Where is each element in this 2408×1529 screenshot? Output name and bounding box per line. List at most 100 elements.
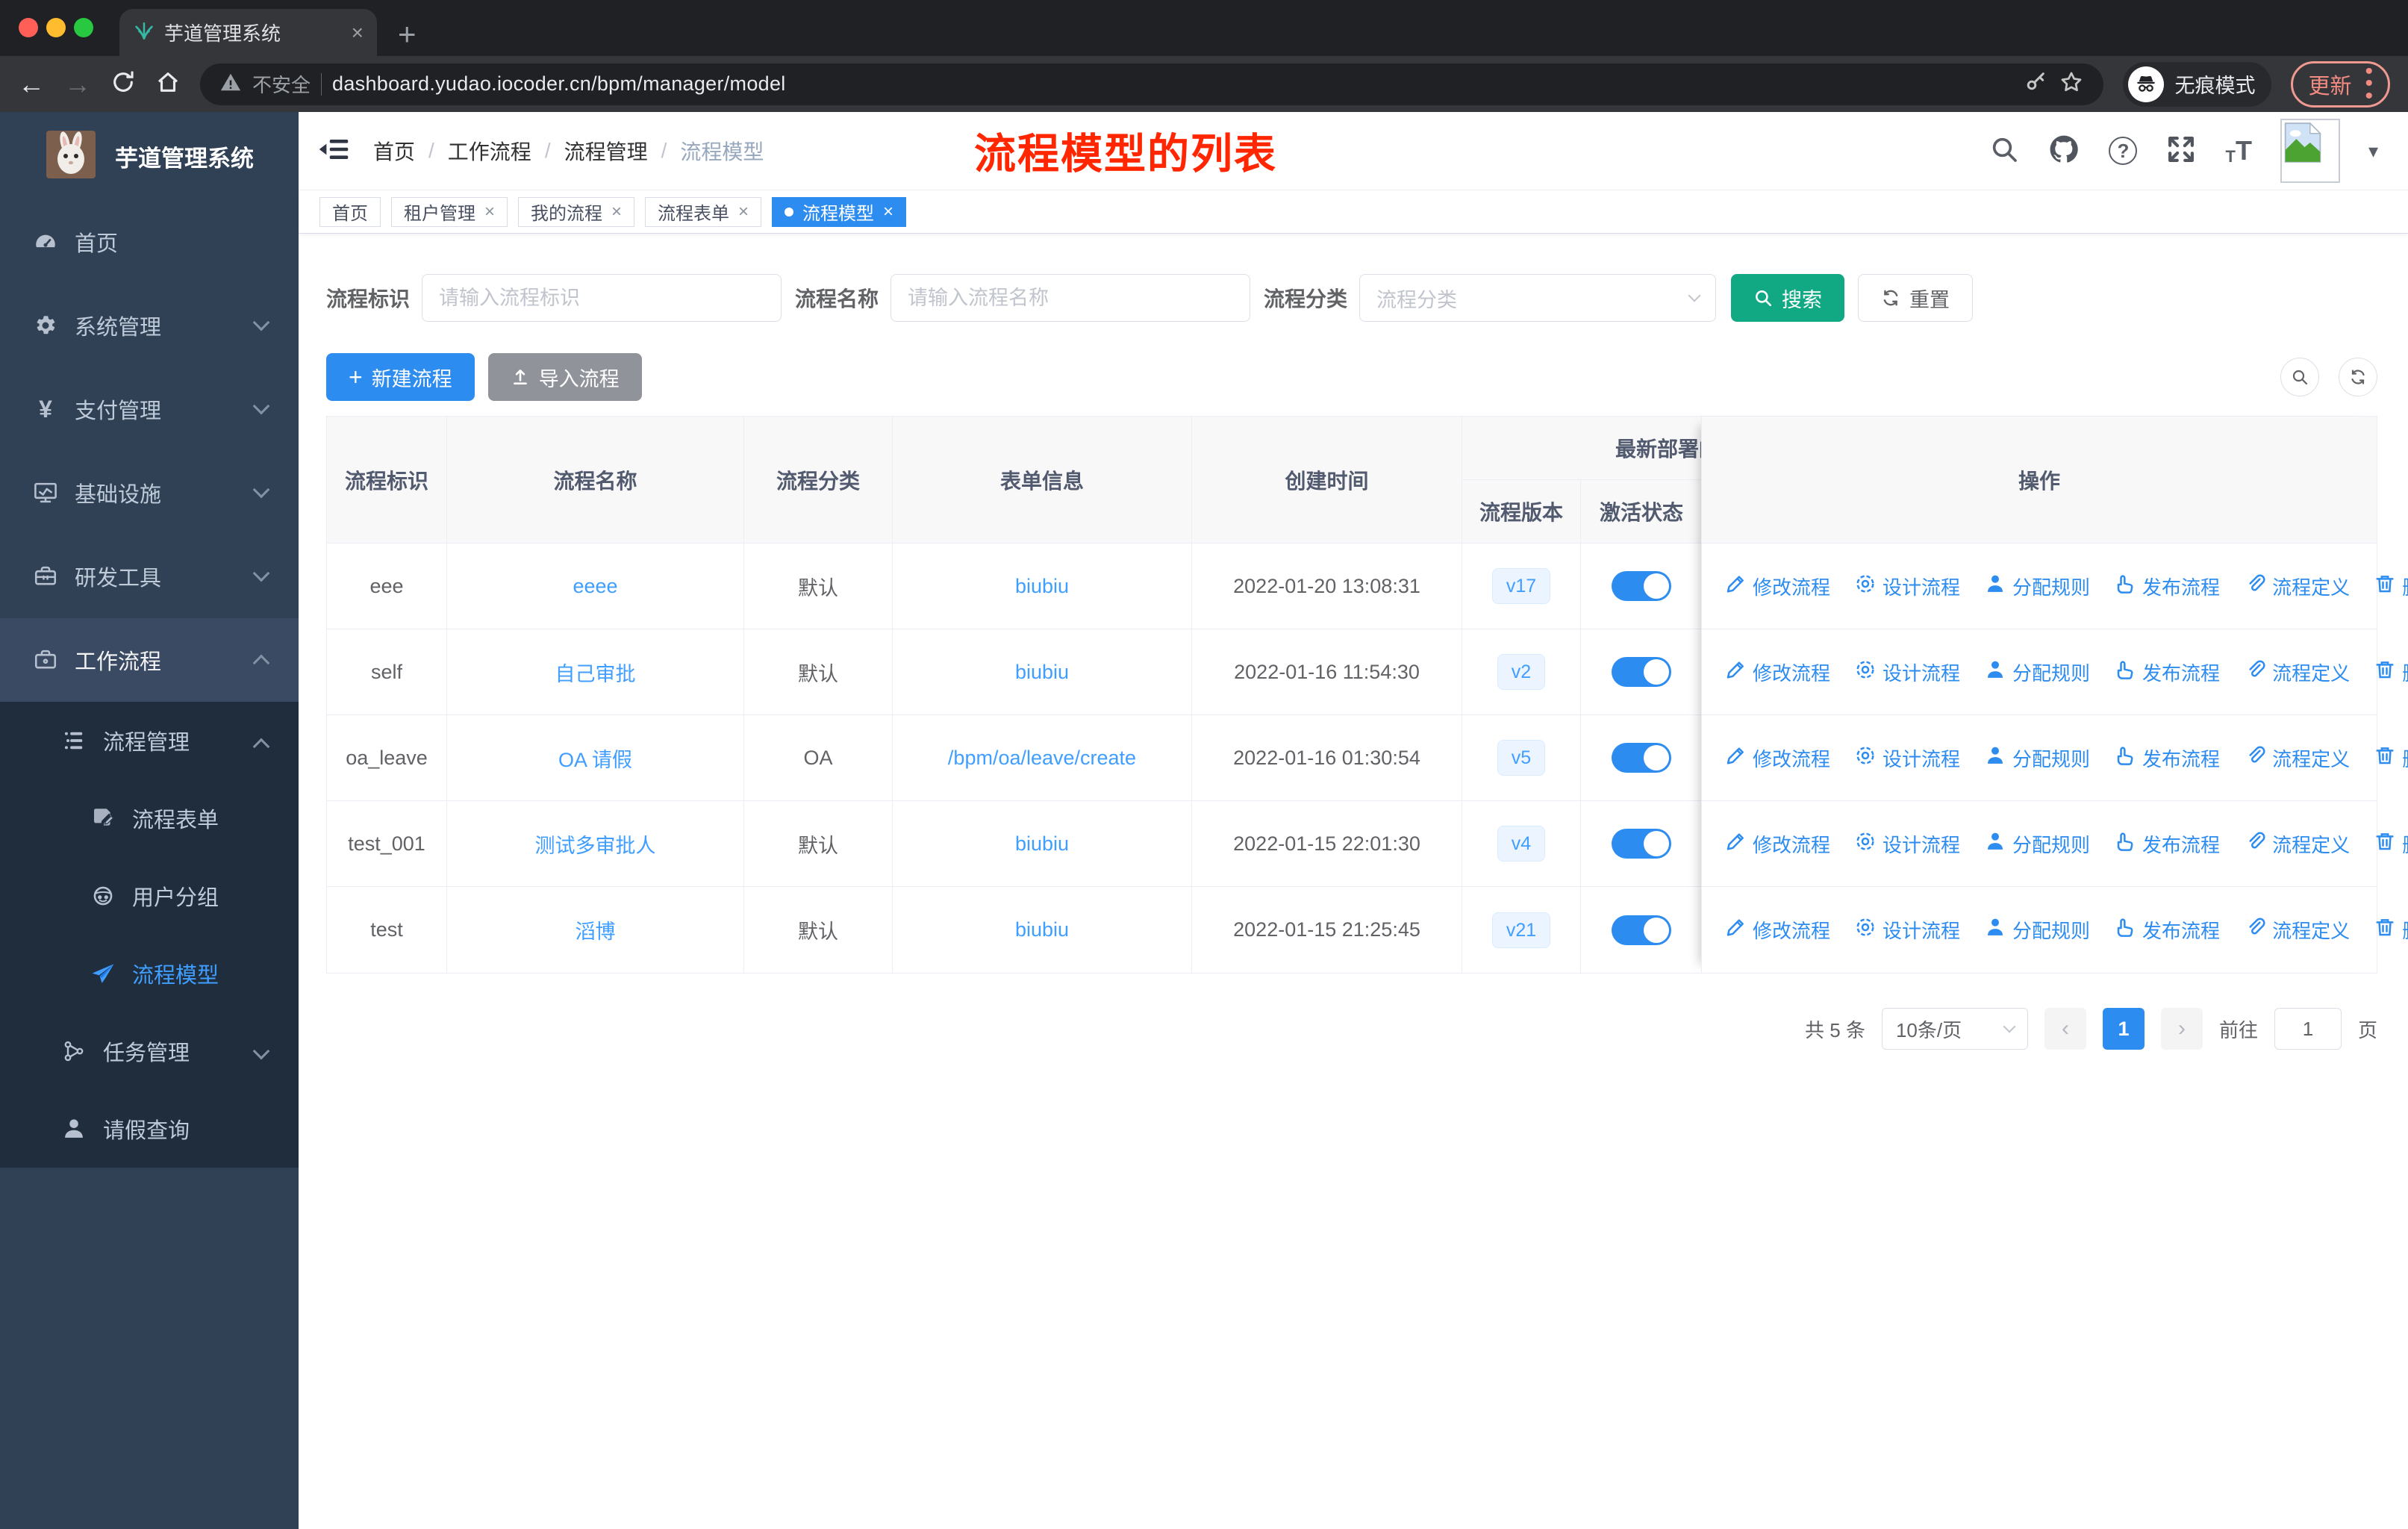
process-name-link[interactable]: 滔博 (576, 915, 616, 944)
action-分配规则[interactable]: 分配规则 (1984, 916, 2090, 944)
create-process-button[interactable]: + 新建流程 (326, 353, 475, 401)
action-修改流程[interactable]: 修改流程 (1724, 744, 1830, 772)
process-name-input[interactable] (890, 274, 1251, 322)
close-icon[interactable]: × (611, 202, 622, 221)
sidebar-item-用户分组[interactable]: 用户分组 (0, 857, 299, 935)
breadcrumb-item[interactable]: 工作流程 (448, 136, 531, 166)
sidebar-item-基础设施[interactable]: 基础设施 (0, 451, 299, 535)
reset-button[interactable]: 重置 (1858, 274, 1974, 322)
sidebar-item-请假查询[interactable]: 请假查询 (0, 1090, 299, 1168)
active-toggle[interactable] (1612, 829, 1671, 859)
show-search-button[interactable] (2280, 358, 2319, 396)
close-window-button[interactable] (19, 18, 38, 37)
breadcrumb-item[interactable]: 流程管理 (564, 136, 648, 166)
form-info-link[interactable]: biubiu (1015, 918, 1069, 941)
next-page-button[interactable]: › (2160, 1008, 2203, 1050)
search-icon[interactable] (1989, 134, 2019, 168)
action-设计流程[interactable]: 设计流程 (1854, 573, 1960, 600)
breadcrumb-item[interactable]: 首页 (373, 136, 415, 166)
current-page-button[interactable]: 1 (2102, 1008, 2145, 1050)
action-发布流程[interactable]: 发布流程 (2114, 744, 2220, 772)
sidebar-item-流程管理[interactable]: 流程管理 (0, 702, 299, 779)
zoom-window-button[interactable] (74, 18, 93, 37)
avatar-caret-icon[interactable]: ▾ (2368, 140, 2378, 163)
security-label[interactable]: 不安全 (252, 70, 311, 98)
action-流程定义[interactable]: 流程定义 (2244, 658, 2350, 686)
tag-流程表单[interactable]: 流程表单 × (645, 196, 762, 227)
action-删除[interactable]: 删除 (2374, 658, 2408, 686)
tag-租户管理[interactable]: 租户管理 × (391, 196, 508, 227)
home-icon[interactable] (155, 69, 181, 99)
tag-首页[interactable]: 首页 (319, 196, 381, 227)
action-删除[interactable]: 删除 (2374, 744, 2408, 772)
bookmark-star-icon[interactable] (2059, 69, 2084, 99)
key-icon[interactable] (2024, 70, 2048, 98)
url-text[interactable]: dashboard.yudao.iocoder.cn/bpm/manager/m… (332, 72, 2014, 96)
minimize-window-button[interactable] (46, 18, 66, 37)
action-分配规则[interactable]: 分配规则 (1984, 658, 2090, 686)
close-icon[interactable]: × (883, 202, 893, 221)
action-修改流程[interactable]: 修改流程 (1724, 830, 1830, 858)
address-bar[interactable]: 不安全 dashboard.yudao.iocoder.cn/bpm/manag… (200, 63, 2104, 105)
sidebar-item-工作流程[interactable]: 工作流程 (0, 618, 299, 702)
action-删除[interactable]: 删除 (2374, 830, 2408, 858)
active-toggle[interactable] (1612, 657, 1671, 687)
process-name-link[interactable]: OA 请假 (558, 744, 632, 773)
sidebar-item-研发工具[interactable]: 研发工具 (0, 535, 299, 618)
process-name-link[interactable]: 自己审批 (555, 658, 636, 687)
goto-page-input[interactable] (2274, 1008, 2342, 1050)
fullscreen-icon[interactable] (2165, 134, 2197, 169)
process-name-link[interactable]: eeee (573, 575, 617, 598)
process-key-input[interactable] (422, 274, 782, 322)
sidebar-item-首页[interactable]: 首页 (0, 200, 299, 284)
tag-我的流程[interactable]: 我的流程 × (518, 196, 635, 227)
window-controls[interactable] (19, 18, 93, 37)
page-size-select[interactable]: 10条/页 (1881, 1008, 2028, 1050)
back-icon[interactable]: ← (18, 70, 45, 98)
action-发布流程[interactable]: 发布流程 (2114, 573, 2220, 600)
tab-close-icon[interactable]: × (352, 22, 364, 43)
avatar[interactable] (2280, 119, 2340, 183)
browser-update-button[interactable]: 更新 • • • (2291, 60, 2390, 108)
action-流程定义[interactable]: 流程定义 (2244, 744, 2350, 772)
prev-page-button[interactable]: ‹ (2044, 1008, 2086, 1050)
search-button[interactable]: 搜索 (1731, 274, 1845, 322)
action-设计流程[interactable]: 设计流程 (1854, 658, 1960, 686)
collapse-sidebar-icon[interactable] (318, 134, 349, 169)
action-修改流程[interactable]: 修改流程 (1724, 916, 1830, 944)
active-toggle[interactable] (1612, 743, 1671, 773)
sidebar-item-任务管理[interactable]: 任务管理 (0, 1012, 299, 1090)
action-修改流程[interactable]: 修改流程 (1724, 573, 1830, 600)
action-流程定义[interactable]: 流程定义 (2244, 916, 2350, 944)
sidebar-item-流程表单[interactable]: 流程表单 (0, 779, 299, 857)
new-tab-button[interactable]: + (398, 19, 417, 50)
action-发布流程[interactable]: 发布流程 (2114, 830, 2220, 858)
refresh-button[interactable] (2339, 358, 2377, 396)
form-info-link[interactable]: /bpm/oa/leave/create (948, 747, 1136, 770)
close-icon[interactable]: × (738, 202, 749, 221)
action-分配规则[interactable]: 分配规则 (1984, 744, 2090, 772)
form-info-link[interactable]: biubiu (1015, 832, 1069, 856)
process-name-link[interactable]: 测试多审批人 (535, 829, 656, 859)
browser-menu-icon[interactable]: • • • (2365, 60, 2373, 107)
action-分配规则[interactable]: 分配规则 (1984, 573, 2090, 600)
action-发布流程[interactable]: 发布流程 (2114, 916, 2220, 944)
font-size-icon[interactable]: TT (2225, 135, 2251, 166)
tag-流程模型[interactable]: 流程模型 × (772, 196, 907, 227)
action-流程定义[interactable]: 流程定义 (2244, 830, 2350, 858)
active-toggle[interactable] (1612, 571, 1671, 601)
action-发布流程[interactable]: 发布流程 (2114, 658, 2220, 686)
sidebar-item-流程模型[interactable]: 流程模型 (0, 935, 299, 1012)
form-info-link[interactable]: biubiu (1015, 661, 1069, 684)
action-设计流程[interactable]: 设计流程 (1854, 916, 1960, 944)
close-icon[interactable]: × (484, 202, 495, 221)
action-删除[interactable]: 删除 (2374, 573, 2408, 600)
active-toggle[interactable] (1612, 915, 1671, 945)
browser-tab[interactable]: 芋道管理系统 × (119, 9, 377, 56)
github-icon[interactable] (2047, 133, 2080, 169)
action-删除[interactable]: 删除 (2374, 916, 2408, 944)
action-流程定义[interactable]: 流程定义 (2244, 573, 2350, 600)
sidebar-item-系统管理[interactable]: 系统管理 (0, 284, 299, 367)
reload-icon[interactable] (110, 69, 136, 99)
forward-icon[interactable]: → (64, 70, 91, 98)
